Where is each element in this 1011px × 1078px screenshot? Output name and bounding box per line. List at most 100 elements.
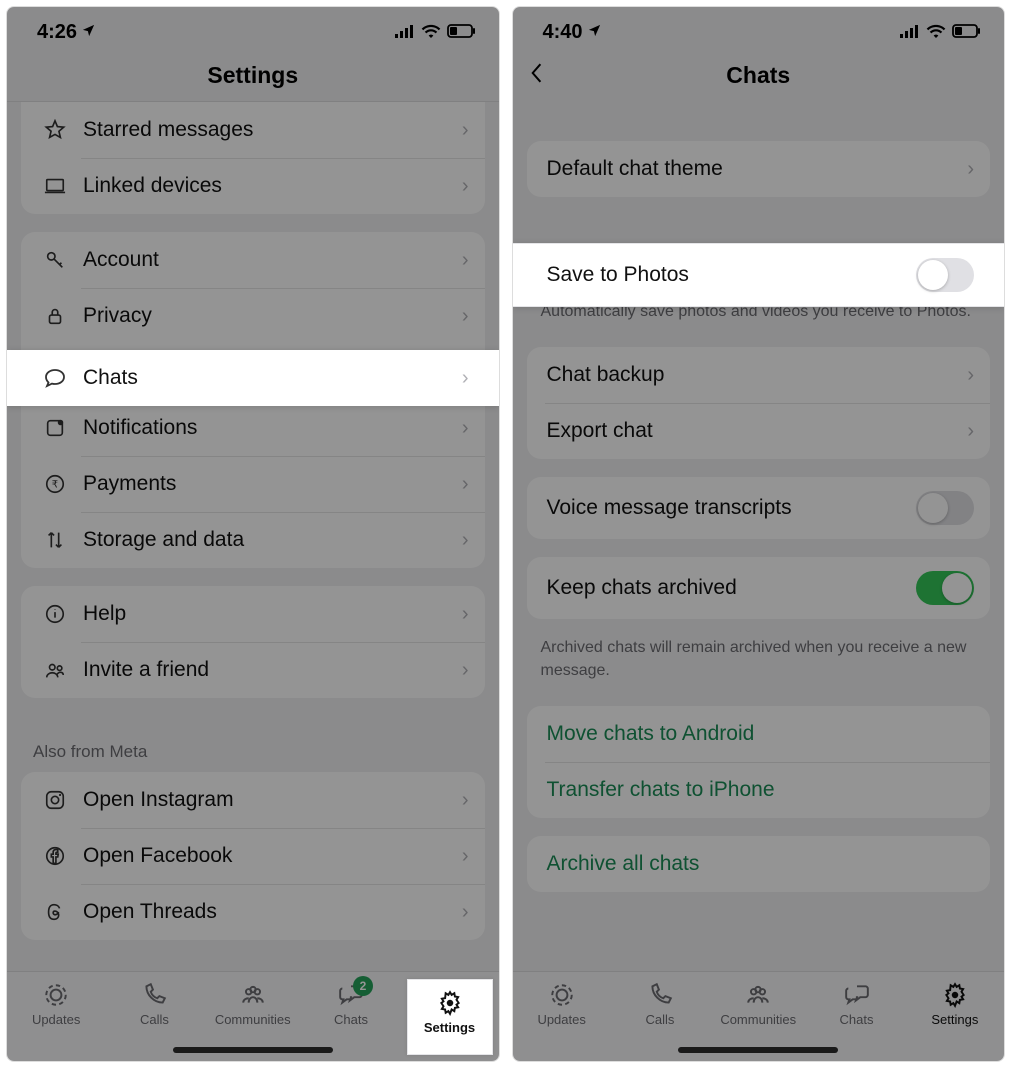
row-account[interactable]: Account › xyxy=(21,232,485,288)
row-chats[interactable]: Chats › xyxy=(7,350,499,406)
group-archive-all: Archive all chats xyxy=(527,836,991,892)
arrows-updown-icon xyxy=(37,529,73,551)
wifi-icon xyxy=(421,21,441,44)
threads-icon xyxy=(37,901,73,923)
wifi-icon xyxy=(926,21,946,44)
back-button[interactable] xyxy=(527,60,545,91)
row-export-chat[interactable]: Export chat › xyxy=(527,403,991,459)
chevron-right-icon: › xyxy=(462,901,469,924)
chevron-right-icon: › xyxy=(462,603,469,626)
chevron-right-icon: › xyxy=(462,529,469,552)
row-label: Payments xyxy=(73,472,462,496)
toggle-voice-transcripts[interactable] xyxy=(916,491,974,525)
row-keep-archived[interactable]: Keep chats archived xyxy=(527,557,991,619)
tab-label: Updates xyxy=(537,1012,585,1027)
row-privacy[interactable]: Privacy › xyxy=(21,288,485,344)
group-voice: Voice message transcripts xyxy=(527,477,991,539)
rupee-icon: ₹ xyxy=(37,473,73,495)
row-label: Storage and data xyxy=(73,528,462,552)
row-save-to-photos[interactable]: Save to Photos xyxy=(527,244,991,306)
home-indicator xyxy=(173,1047,333,1053)
tab-label: Communities xyxy=(215,1012,291,1027)
row-archive-all[interactable]: Archive all chats xyxy=(527,836,991,892)
row-label: Keep chats archived xyxy=(543,576,917,600)
tab-label: Updates xyxy=(32,1012,80,1027)
row-starred-messages[interactable]: Starred messages › xyxy=(21,102,485,158)
group-archive: Keep chats archived xyxy=(527,557,991,619)
highlight-settings-tab[interactable]: Settings xyxy=(407,979,493,1055)
row-label: Open Instagram xyxy=(73,788,462,812)
row-move-android[interactable]: Move chats to Android xyxy=(527,706,991,762)
chevron-right-icon: › xyxy=(462,789,469,812)
chevron-right-icon: › xyxy=(462,249,469,272)
row-label: Privacy xyxy=(73,304,462,328)
highlight-chats-row: Chats › xyxy=(7,350,499,406)
row-payments[interactable]: ₹ Payments › xyxy=(21,456,485,512)
tab-label: Calls xyxy=(140,1012,169,1027)
settings-group-help: Help › Invite a friend › xyxy=(21,586,485,698)
row-label: Chats xyxy=(73,366,462,390)
page-title: Settings xyxy=(207,62,298,89)
tab-updates[interactable]: Updates xyxy=(7,972,105,1061)
row-label: Voice message transcripts xyxy=(543,496,917,520)
right-screenshot: 4:40 Chats Default chat theme › . Automa… xyxy=(512,6,1006,1062)
chevron-right-icon: › xyxy=(967,364,974,387)
toggle-keep-archived[interactable] xyxy=(916,571,974,605)
info-icon xyxy=(37,603,73,625)
people-icon xyxy=(37,659,73,681)
row-label: Open Facebook xyxy=(73,844,462,868)
chevron-right-icon: › xyxy=(967,158,974,181)
row-threads[interactable]: Open Threads › xyxy=(21,884,485,940)
chevron-right-icon: › xyxy=(462,119,469,142)
row-notifications[interactable]: Notifications › xyxy=(21,400,485,456)
tab-settings[interactable]: Settings xyxy=(906,972,1004,1061)
row-transfer-iphone[interactable]: Transfer chats to iPhone xyxy=(527,762,991,818)
row-default-theme[interactable]: Default chat theme › xyxy=(527,141,991,197)
chevron-right-icon: › xyxy=(462,417,469,440)
row-chat-backup[interactable]: Chat backup › xyxy=(527,347,991,403)
row-label: Export chat xyxy=(543,419,968,443)
battery-icon xyxy=(952,21,982,44)
row-instagram[interactable]: Open Instagram › xyxy=(21,772,485,828)
toggle-save-to-photos[interactable] xyxy=(916,258,974,292)
chat-bubble-icon xyxy=(37,366,73,390)
chevron-right-icon: › xyxy=(462,305,469,328)
tab-updates[interactable]: Updates xyxy=(513,972,611,1061)
group-backup: Chat backup › Export chat › xyxy=(527,347,991,459)
row-facebook[interactable]: Open Facebook › xyxy=(21,828,485,884)
row-label: Notifications xyxy=(73,416,462,440)
nav-header: Chats xyxy=(513,48,1005,101)
battery-icon xyxy=(447,21,477,44)
chevron-right-icon: › xyxy=(462,175,469,198)
row-label: Archive all chats xyxy=(543,852,975,876)
svg-text:₹: ₹ xyxy=(52,480,58,491)
location-icon xyxy=(587,21,602,44)
facebook-icon xyxy=(37,845,73,867)
page-title: Chats xyxy=(726,62,790,89)
nav-header: Settings xyxy=(7,48,499,102)
settings-group-meta: Open Instagram › Open Facebook › Open Th… xyxy=(21,772,485,940)
group-theme: Default chat theme › xyxy=(527,141,991,197)
row-label: Default chat theme xyxy=(543,157,968,181)
laptop-icon xyxy=(37,175,73,197)
row-storage[interactable]: Storage and data › xyxy=(21,512,485,568)
group-transfer: Move chats to Android Transfer chats to … xyxy=(527,706,991,818)
row-label: Open Threads xyxy=(73,900,462,924)
settings-group-starred: Starred messages › Linked devices › xyxy=(21,102,485,214)
status-bar: 4:26 xyxy=(7,7,499,48)
tab-label: Settings xyxy=(931,1012,978,1027)
row-linked-devices[interactable]: Linked devices › xyxy=(21,158,485,214)
chats-badge: 2 xyxy=(353,976,373,996)
row-label: Help xyxy=(73,602,462,626)
row-label: Transfer chats to iPhone xyxy=(543,778,975,802)
row-invite[interactable]: Invite a friend › xyxy=(21,642,485,698)
tab-label: Chats xyxy=(334,1012,368,1027)
chevron-right-icon: › xyxy=(462,367,469,390)
row-help[interactable]: Help › xyxy=(21,586,485,642)
row-voice-transcripts[interactable]: Voice message transcripts xyxy=(527,477,991,539)
row-label: Linked devices xyxy=(73,174,462,198)
chevron-right-icon: › xyxy=(462,473,469,496)
key-icon xyxy=(37,249,73,271)
location-icon xyxy=(81,21,96,44)
row-label: Move chats to Android xyxy=(543,722,975,746)
